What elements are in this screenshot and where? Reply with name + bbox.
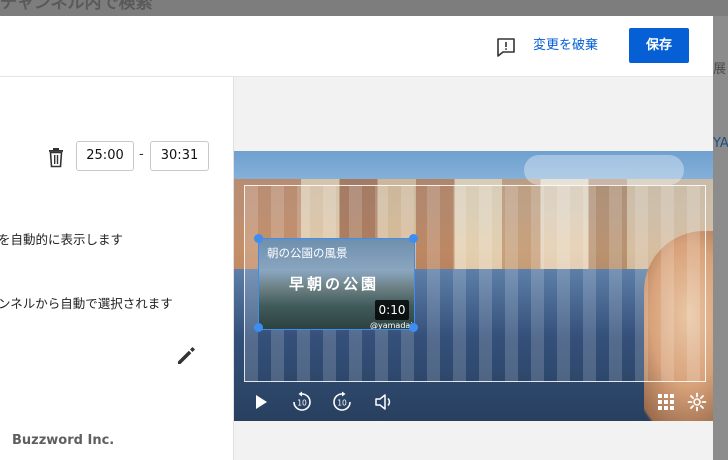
play-button[interactable]: [250, 391, 272, 413]
resize-handle-top-left[interactable]: [254, 234, 263, 243]
element-settings-panel: 25:00 - 30:31 を自動的に表示します ンネルから自動で選択されます …: [0, 77, 234, 460]
feedback-button[interactable]: [495, 36, 517, 58]
player-controls: 10 10: [234, 383, 713, 421]
feedback-icon: [497, 38, 515, 57]
volume-icon: [375, 394, 391, 410]
resize-handle-bottom-left[interactable]: [254, 323, 263, 332]
background-right-text: 展: [713, 62, 727, 77]
video-cloud: [524, 155, 684, 185]
delete-element-button[interactable]: [46, 147, 66, 169]
background-search-text: チャンネル内で検索: [0, 0, 153, 13]
play-icon: [256, 395, 267, 409]
dialog-header: 変更を破棄 保存: [0, 16, 713, 77]
rewind-10-icon: 10: [293, 391, 311, 411]
pencil-icon: [178, 347, 195, 364]
svg-text:10: 10: [337, 399, 347, 408]
thumbnail-main-text: 早朝の公園: [289, 275, 380, 293]
save-button[interactable]: 保存: [629, 28, 689, 63]
volume-button[interactable]: [373, 391, 395, 413]
auto-select-description: ンネルから自動で選択されます: [0, 296, 173, 311]
background-right-link: YA: [713, 136, 728, 151]
thumbnail-title: 朝の公園の風景: [267, 246, 348, 260]
background-page-right: 展 YA: [713, 16, 728, 460]
auto-display-description: を自動的に表示します: [0, 232, 124, 247]
start-time-input[interactable]: 25:00: [76, 141, 134, 171]
video-element-thumbnail[interactable]: 朝の公園の風景 早朝の公園 0:10 @yamadaiv: [258, 238, 415, 330]
discard-changes-button[interactable]: 変更を破棄: [533, 36, 598, 56]
background-page-header: チャンネル内で検索: [0, 0, 728, 16]
svg-text:10: 10: [297, 399, 307, 408]
resize-handle-bottom-right[interactable]: [409, 323, 418, 332]
thumbnail-duration: 0:10: [375, 300, 409, 320]
gear-icon: [687, 392, 707, 412]
end-screen-editor-dialog: 変更を破棄 保存 25:00 - 30:31 を自動的に表示します ンネルから自…: [0, 16, 713, 460]
rewind-10-button[interactable]: 10: [291, 391, 313, 413]
resize-handle-top-right[interactable]: [409, 234, 418, 243]
end-time-input[interactable]: 30:31: [150, 141, 209, 171]
settings-button[interactable]: [686, 391, 708, 413]
forward-10-icon: 10: [333, 391, 351, 411]
end-screen-layout-button[interactable]: [655, 391, 677, 413]
edit-button[interactable]: [175, 345, 197, 367]
grid-icon: [658, 394, 674, 410]
video-preview: 朝の公園の風景 早朝の公園 0:10 @yamadaiv 10 10: [234, 151, 713, 421]
trash-icon: [49, 148, 63, 168]
footer-brand: Buzzword Inc.: [12, 433, 115, 448]
forward-10-button[interactable]: 10: [331, 391, 353, 413]
time-separator: -: [139, 147, 144, 162]
video-preview-panel: 朝の公園の風景 早朝の公園 0:10 @yamadaiv 10 10: [234, 77, 713, 460]
